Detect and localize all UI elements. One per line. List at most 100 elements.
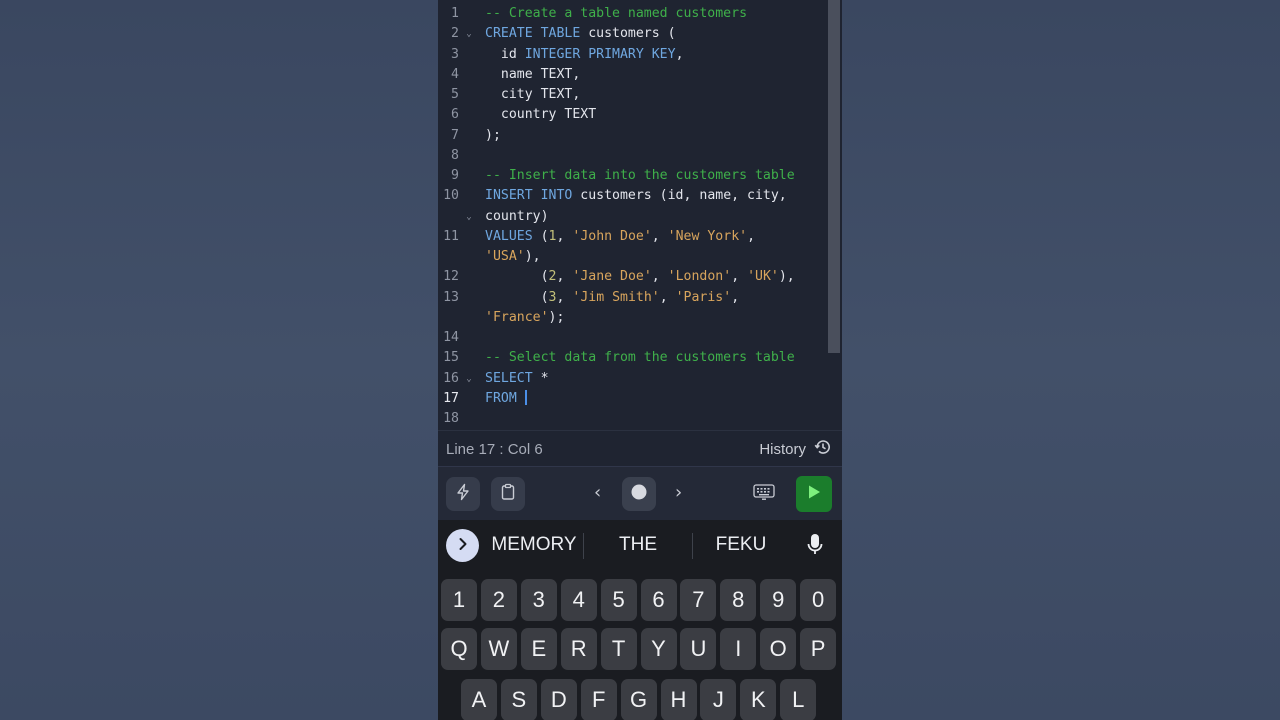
snippets-button[interactable] [446, 477, 480, 511]
code-token: VALUES [485, 228, 533, 244]
line-number: 3 [451, 46, 459, 62]
cursor-joystick[interactable] [622, 477, 656, 511]
history-button[interactable]: History [759, 438, 832, 460]
line-number: 11 [443, 228, 459, 244]
suggestion-divider [583, 533, 584, 559]
chevron-left-icon[interactable]: ‹ [594, 482, 601, 503]
line-number: 16 [443, 370, 459, 386]
run-button[interactable] [796, 476, 832, 512]
fold-chevron-icon[interactable]: ⌄ [465, 24, 473, 44]
background-left [0, 0, 438, 720]
code-token: customers ( [580, 26, 676, 42]
code-text: country TEXT [485, 105, 596, 125]
editor-toolbar: ‹ › [438, 466, 842, 521]
key-s[interactable]: S [500, 679, 537, 720]
key-0[interactable]: 0 [800, 579, 837, 621]
key-h[interactable]: H [660, 679, 697, 720]
editor-scrollbar[interactable] [828, 0, 840, 353]
line-number: 7 [451, 127, 459, 143]
key-r[interactable]: R [560, 628, 597, 670]
code-text: -- Insert data into the customers table [485, 166, 795, 186]
code-text: INSERT INTO customers (id, name, city, [485, 186, 787, 206]
code-text: ); [485, 126, 501, 146]
key-j[interactable]: J [700, 679, 737, 720]
bolt-icon [454, 483, 472, 505]
code-token: 'John Doe' [572, 228, 652, 244]
code-text: name TEXT, [485, 65, 580, 85]
key-p[interactable]: P [800, 628, 837, 670]
key-e[interactable]: E [520, 628, 557, 670]
code-token: 'London' [667, 269, 732, 285]
line-number: 1 [451, 6, 459, 21]
key-4[interactable]: 4 [560, 579, 597, 621]
fold-chevron-icon[interactable]: ⌄ [465, 207, 473, 227]
microphone-icon[interactable] [806, 532, 824, 562]
code-token: , [675, 46, 684, 62]
key-7[interactable]: 7 [680, 579, 717, 621]
code-token: , [659, 289, 676, 305]
code-token: SELECT [485, 370, 533, 386]
record-dot-icon [630, 483, 648, 505]
history-icon [814, 438, 832, 460]
phone-screen: 1 -- Create a table named customers 2 ⌄ CREA… [438, 0, 842, 720]
code-token: customers (id, name, city, [572, 188, 787, 204]
line-number: 15 [443, 350, 459, 366]
suggestion-3[interactable]: FEKU [696, 534, 786, 556]
keyboard-toggle-button[interactable] [747, 477, 781, 511]
code-token: -- Select data from the customers table [485, 350, 795, 366]
key-q[interactable]: Q [441, 628, 477, 670]
key-d[interactable]: D [540, 679, 577, 720]
key-i[interactable]: I [720, 628, 757, 670]
key-a[interactable]: A [461, 679, 497, 720]
key-w[interactable]: W [480, 628, 517, 670]
key-k[interactable]: K [740, 679, 777, 720]
status-bar: Line 17 : Col 6 History [438, 430, 842, 467]
line-number: 8 [451, 147, 459, 163]
key-6[interactable]: 6 [640, 579, 677, 621]
code-token: * [532, 370, 549, 386]
suggestion-1[interactable]: MEMORY [488, 534, 580, 556]
key-u[interactable]: U [680, 628, 717, 670]
code-token: INTEGER PRIMARY KEY [524, 46, 676, 62]
code-editor[interactable]: 1 -- Create a table named customers 2 ⌄ CREA… [438, 0, 842, 430]
line-number: 9 [451, 168, 459, 183]
background-right [842, 0, 1280, 720]
key-f[interactable]: F [580, 679, 617, 720]
chevron-right-icon[interactable]: › [675, 482, 682, 503]
key-t[interactable]: T [600, 628, 637, 670]
key-5[interactable]: 5 [600, 579, 637, 621]
key-1[interactable]: 1 [441, 579, 477, 621]
code-token: ), [524, 249, 541, 264]
key-3[interactable]: 3 [520, 579, 557, 621]
code-token: -- Insert data into the customers table [485, 168, 795, 183]
code-text: SELECT * [485, 369, 549, 389]
key-y[interactable]: Y [640, 628, 677, 670]
code-token: country TEXT [485, 107, 597, 123]
code-token: country) [485, 208, 549, 224]
key-g[interactable]: G [620, 679, 657, 720]
code-token: name TEXT, [485, 66, 581, 82]
fold-chevron-icon[interactable]: ⌄ [465, 369, 473, 389]
code-token: ( [532, 228, 549, 244]
code-token: , [556, 228, 573, 244]
code-text: country) [485, 207, 549, 227]
key-8[interactable]: 8 [720, 579, 757, 621]
code-token: 'USA' [485, 249, 525, 264]
code-token: ( [485, 289, 549, 305]
clipboard-button[interactable] [491, 477, 525, 511]
key-2[interactable]: 2 [480, 579, 517, 621]
code-text: FROM [485, 389, 527, 409]
code-token: ( [485, 269, 549, 285]
suggestion-2[interactable]: THE [588, 534, 688, 556]
code-token: 'France' [485, 309, 549, 325]
soft-keyboard: MEMORY THE FEKU 1234567890 QWERTYUIOP ASDF… [438, 520, 842, 720]
code-text: 'USA'), [485, 247, 541, 267]
cursor-position: Line 17 : Col 6 [446, 441, 543, 458]
suggestion-expand-button[interactable] [446, 529, 479, 562]
code-token: ); [548, 309, 565, 325]
key-l[interactable]: L [780, 679, 817, 720]
key-9[interactable]: 9 [760, 579, 797, 621]
keyboard-icon [753, 483, 775, 505]
play-icon [806, 484, 822, 504]
key-o[interactable]: O [760, 628, 797, 670]
